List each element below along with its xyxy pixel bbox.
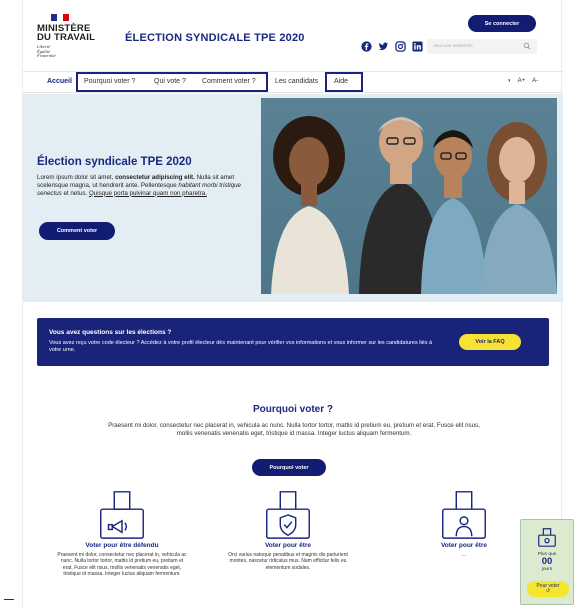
ballot-box-person-icon [442, 491, 486, 539]
countdown-days: 00 [541, 556, 553, 567]
countdown-widget: Plus que 00 jours Pour voter ↺ [520, 519, 574, 605]
site-title[interactable]: ÉLECTION SYNDICALE TPE 2020 [125, 32, 305, 44]
hero-people-photo [261, 98, 557, 294]
ballot-box-megaphone-icon [100, 491, 144, 539]
faq-button[interactable]: Voir la FAQ [459, 334, 521, 350]
reason-card-title: Voter pour être [264, 542, 312, 549]
reason-card-text: Praesent mi dolor, consectetur nec place… [57, 552, 187, 577]
search-icon[interactable] [523, 42, 531, 50]
focus-outline [76, 72, 268, 92]
focus-outline [325, 72, 363, 92]
contrast-toggle-icon[interactable]: ◑ [507, 78, 511, 84]
ballot-box-icon [538, 528, 556, 547]
linkedin-icon[interactable] [412, 41, 423, 52]
search-bar[interactable]: Ainsi une recherche [427, 39, 537, 54]
vote-now-button[interactable]: Pour voter ↺ [527, 581, 569, 597]
comment-voter-button[interactable]: Comment voter [39, 222, 115, 240]
social-links [361, 41, 423, 52]
hero-text-part: et netus. [61, 189, 89, 197]
section-title: Pourquoi voter ? [253, 404, 333, 415]
font-decrease-button[interactable]: A- [532, 78, 538, 84]
hero-text-bold: consectetur adipiscing elit. [115, 174, 195, 181]
accessibility-tools: ◑ A+ A- [507, 78, 538, 84]
ministry-logo[interactable]: MINISTÈRE DU TRAVAIL [37, 24, 96, 43]
refresh-icon: ↺ [545, 588, 551, 594]
countdown-unit: jours [541, 567, 553, 572]
search-input[interactable]: Ainsi une recherche [433, 43, 473, 48]
site-header: MINISTÈRE DU TRAVAIL Liberté Égalité Fra… [23, 0, 563, 70]
hero-title: Élection syndicale TPE 2020 [37, 156, 192, 168]
republic-motto: Liberté Égalité Fraternité [37, 44, 56, 59]
hero-text-part: Lorem ipsum dolor sit amet, [37, 174, 116, 181]
facebook-icon[interactable] [361, 41, 372, 52]
motto-line: Fraternité [37, 53, 56, 58]
french-flag-logo [51, 14, 69, 21]
reason-card-text: Orci varius natoque penatibus et magnis … [228, 552, 348, 571]
reason-card-title: Voter pour être défendu [85, 542, 159, 549]
ministry-name-line2: DU TRAVAIL [37, 32, 96, 43]
reason-card: Voter pour être défendu Praesent mi dolo… [57, 486, 187, 577]
section-description: Praesent mi dolor, consectetur nec place… [108, 422, 480, 438]
reason-card: Voter pour être Orci varius natoque pena… [223, 486, 353, 571]
banner-title: Vous avez questions sur les élections ? [49, 329, 172, 336]
banner-text: Vous avez reçu votre code électeur ? Acc… [49, 340, 433, 354]
login-button[interactable]: Se connecter [468, 15, 536, 32]
nav-item-accueil[interactable]: Accueil [47, 78, 72, 85]
ballot-box-shield-icon [266, 491, 310, 539]
reason-card: Voter pour être ... [399, 486, 529, 558]
twitter-icon[interactable] [378, 41, 389, 52]
main-navigation: Accueil Pourquoi voter ? Qui vote ? Comm… [23, 71, 563, 93]
reason-card-text: ... [461, 552, 467, 558]
hero-text-link[interactable]: Quisque porta pulvinar quam non pharetra… [89, 190, 207, 197]
hero-description: Lorem ipsum dolor sit amet, consectetur … [37, 174, 252, 197]
nav-item-candidats[interactable]: Les candidats [275, 78, 318, 85]
page: MINISTÈRE DU TRAVAIL Liberté Égalité Fra… [22, 0, 563, 607]
questions-banner: Vous avez questions sur les élections ? … [37, 318, 549, 366]
reason-card-title: Voter pour être [440, 542, 488, 549]
font-increase-button[interactable]: A+ [518, 78, 526, 84]
pourquoi-voter-button[interactable]: Pourquoi voter [252, 459, 326, 476]
edge-marker [4, 599, 14, 600]
instagram-icon[interactable] [395, 41, 406, 52]
hero-section: Élection syndicale TPE 2020 Lorem ipsum … [23, 94, 563, 302]
